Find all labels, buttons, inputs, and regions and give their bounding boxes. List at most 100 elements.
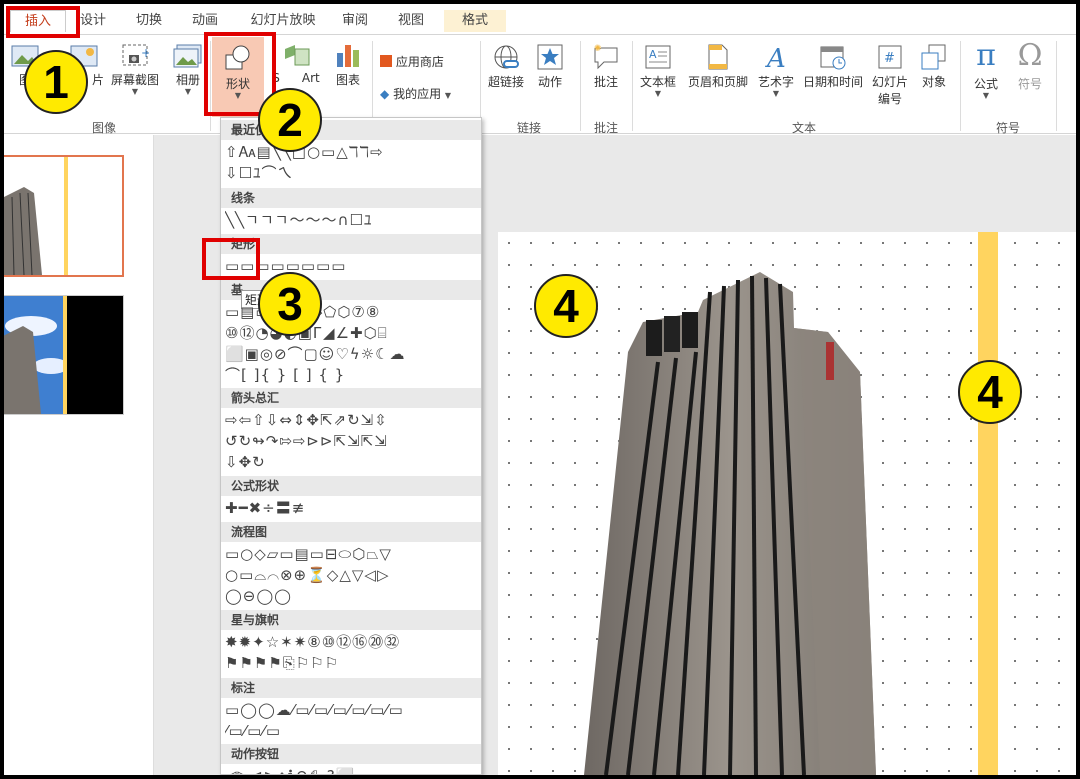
shape-row[interactable]: ⚑⚑⚑⚑⎘⚐⚐⚐ <box>225 653 477 673</box>
shape-row[interactable]: ↺↻↬↷⇰⇨⊳⊳⇱⇲⇱⇲ <box>225 431 477 451</box>
textbox-button[interactable]: A 文本框 ▼ <box>636 43 680 98</box>
screenshot-label: 屏幕截图 <box>110 73 159 87</box>
object-icon <box>921 44 946 70</box>
tab-animations[interactable]: 动画 <box>182 10 228 32</box>
group-divider <box>632 41 633 131</box>
thumbnail-image <box>4 296 123 414</box>
tab-slideshow[interactable]: 幻灯片放映 <box>240 10 326 32</box>
app-store-label: 应用商店 <box>395 55 444 69</box>
photo-album-label: 相册 <box>175 73 200 87</box>
shape-row[interactable]: ⇩☐ﾕ⌒ㄟ <box>225 163 477 183</box>
shape-row[interactable]: ⬜▣◎⊘⌒▢☺♡ϟ☼☾☁ <box>225 344 477 364</box>
chevron-down-icon: ▼ <box>184 87 192 96</box>
shape-row[interactable]: ○▭⌓⌒⊗⊕⏳◇△▽◁▷ <box>225 565 477 585</box>
textbox-icon: A <box>645 45 671 69</box>
shape-row[interactable]: ⇧🗛▤╲╲□○▭△ℸℸ⇨ <box>225 142 477 162</box>
tab-format[interactable]: 格式 <box>444 10 506 32</box>
step-badge-2: 2 <box>258 88 322 152</box>
object-button[interactable]: 对象 <box>914 43 954 90</box>
section-callouts: 标注 <box>221 678 481 698</box>
group-divider <box>580 41 581 131</box>
slide-number-button[interactable]: # 幻灯片 编号 <box>868 43 912 107</box>
photo-album-button[interactable]: 相册 ▼ <box>168 43 208 96</box>
tab-review[interactable]: 审阅 <box>332 10 378 32</box>
chevron-down-icon: ▼ <box>772 89 780 98</box>
highlight-insert-tab <box>6 6 80 38</box>
slide-thumbnail-pane <box>4 135 154 775</box>
pi-icon: π <box>976 38 996 73</box>
section-equation-shapes: 公式形状 <box>221 476 481 496</box>
hyperlink-button[interactable]: 超链接 <box>484 43 528 90</box>
shape-row-rectangles[interactable]: ▭▭▭▭▭▭▭▭ <box>225 256 477 276</box>
shape-row[interactable]: ◁▷⊲⊳⌂ℹ↶⎙ ?⬜ <box>225 766 477 774</box>
tab-transitions[interactable]: 切换 <box>126 10 172 32</box>
step-badge-3: 3 <box>258 272 322 336</box>
step-badge-1: 1 <box>24 50 88 114</box>
action-button[interactable]: 动作 <box>530 43 570 90</box>
step-badge-4-right: 4 <box>958 360 1022 424</box>
section-stars-banners: 星与旗帜 <box>221 610 481 630</box>
equation-label: 公式 <box>973 77 998 91</box>
date-time-label: 日期和时间 <box>802 75 863 89</box>
step-badge-4-left: 4 <box>534 274 598 338</box>
equation-button[interactable]: π 公式 ▼ <box>966 39 1006 100</box>
action-label: 动作 <box>537 75 562 89</box>
shape-row[interactable]: ⌒[ ]{ } [ ] { } <box>225 365 477 385</box>
globe-link-icon <box>494 45 519 69</box>
section-action-buttons: 动作按钮 <box>221 744 481 764</box>
shape-row[interactable]: ╲╲ㄱㄱㄱ～～～∩☐ﾕ <box>225 210 477 230</box>
shape-row[interactable]: ⁄▭⁄▭⁄▭ <box>225 721 477 741</box>
group-divider <box>960 41 961 131</box>
section-block-arrows: 箭头总汇 <box>221 388 481 408</box>
shape-row[interactable]: ⇩✥↻ <box>225 452 477 472</box>
svg-text:#: # <box>884 51 895 66</box>
chart-label: 图表 <box>335 73 360 87</box>
slide-number-icon: # <box>878 45 902 69</box>
shape-row[interactable]: ◯⊖◯◯ <box>225 586 477 606</box>
header-footer-button[interactable]: 页眉和页脚 <box>684 43 752 90</box>
chevron-down-icon: ▼ <box>654 89 662 98</box>
shape-row[interactable]: ⇨⇦⇧⇩⇔⇕✥⇱⇗↻⇲⇳ <box>225 410 477 430</box>
chart-button[interactable]: 图表 <box>328 43 368 88</box>
header-footer-label: 页眉和页脚 <box>687 75 748 89</box>
comments-group-label: 批注 <box>593 121 618 135</box>
wordart-button[interactable]: A 艺术字 ▼ <box>754 43 798 98</box>
calendar-icon <box>820 46 846 70</box>
symbol-button[interactable]: Ω 符号 <box>1010 39 1050 92</box>
slide-thumbnail-1[interactable] <box>4 155 124 277</box>
wordart-icon: A <box>765 44 786 71</box>
slide-number-label-1: 幻灯片 <box>871 75 908 89</box>
symbols-group-label: 符号 <box>995 121 1020 135</box>
smartart-label-end: Art <box>301 71 320 85</box>
shape-row[interactable]: ✚━✖÷〓≢ <box>225 498 477 518</box>
links-group-label: 链接 <box>516 121 541 135</box>
app-store-button[interactable]: 应用商店 <box>380 53 444 70</box>
text-group-label: 文本 <box>791 121 816 135</box>
symbol-label: 符号 <box>1017 77 1042 91</box>
chart-icon <box>337 45 359 67</box>
my-apps-button[interactable]: ◆ 我的应用 ▼ <box>380 85 451 102</box>
section-rectangles: 矩形 <box>221 234 481 254</box>
ribbon-tab-bar: 插入 设计 切换 动画 幻灯片放映 审阅 视图 格式 <box>4 4 1076 34</box>
wordart-label: 艺术字 <box>757 75 794 89</box>
slide-thumbnail-2[interactable] <box>4 295 124 415</box>
chevron-down-icon: ▼ <box>444 91 452 100</box>
shape-row[interactable]: ⑩⑫◔◕◐▣Г◢∠✚⬡⌸ <box>225 323 477 343</box>
svg-text:+: + <box>141 46 149 60</box>
smartart-icon <box>285 45 310 66</box>
hyperlink-label: 超链接 <box>487 75 524 89</box>
header-footer-icon <box>708 44 728 70</box>
omega-icon: Ω <box>1017 38 1043 73</box>
tab-view[interactable]: 视图 <box>388 10 434 32</box>
svg-text:A: A <box>649 48 657 61</box>
screenshot-button[interactable]: + 屏幕截图 ▼ <box>106 43 164 96</box>
date-time-button[interactable]: 日期和时间 <box>800 43 866 90</box>
shapes-gallery-dropdown: 最近使 ⇧🗛▤╲╲□○▭△ℸℸ⇨ ⇩☐ﾕ⌒ㄟ 线条 ╲╲ㄱㄱㄱ～～～∩☐ﾕ 矩形… <box>220 117 482 775</box>
store-icon <box>380 55 392 67</box>
shape-row[interactable]: ▭○◇▱▭▤▭⊟⬭⬡⏢▽ <box>225 544 477 564</box>
comment-button[interactable]: ✺ 批注 <box>584 43 628 90</box>
comment-icon: ✺ <box>594 44 618 70</box>
shape-row[interactable]: ✸✹✦☆✶✷⑧⑩⑫⑯⑳㉜ <box>225 632 477 652</box>
yellow-bar-right[interactable] <box>978 232 998 775</box>
shape-row[interactable]: ▭◯◯☁⁄▭⁄▭⁄▭⁄▭⁄▭⁄▭ <box>225 700 477 720</box>
